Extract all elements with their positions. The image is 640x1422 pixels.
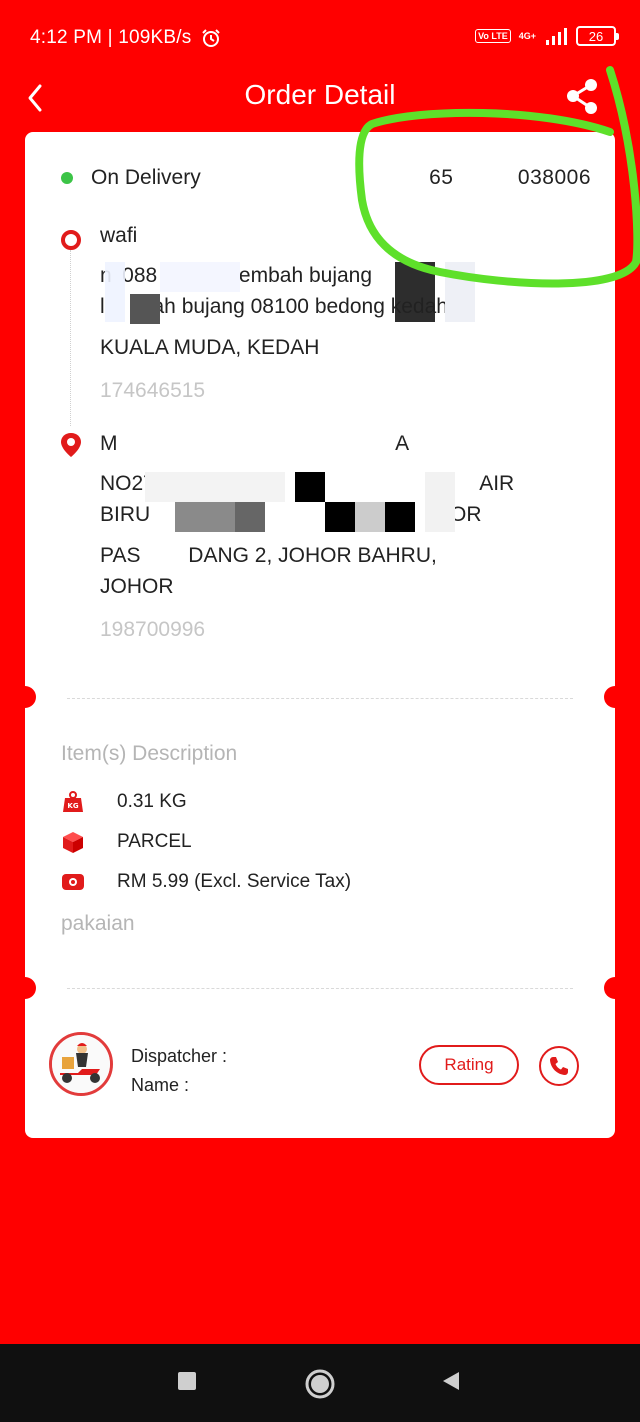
redaction-block xyxy=(395,262,435,322)
system-nav-bar xyxy=(0,1344,640,1422)
alarm-icon xyxy=(202,29,220,47)
receiver-info: M A NO27 PERJIRAN AIR BIRU OR PAS DANG 2… xyxy=(100,432,580,642)
item-type-text: PARCEL xyxy=(117,831,192,852)
redaction-block xyxy=(355,502,385,532)
redaction-block xyxy=(325,502,355,532)
recents-icon[interactable] xyxy=(176,1370,198,1392)
delivery-rider-icon xyxy=(52,1035,110,1093)
receiver-city: PAS DANG 2, JOHOR BAHRU, JOHOR xyxy=(100,540,580,602)
redaction-block xyxy=(160,262,240,292)
kg-weight-icon: KG xyxy=(63,791,83,812)
signal-icon xyxy=(546,28,567,45)
status-text: On Delivery xyxy=(91,166,201,189)
divider xyxy=(67,988,573,989)
dispatcher-name-label: Name : xyxy=(131,1075,190,1095)
origin-icon xyxy=(61,230,81,250)
item-weight-text: 0.31 KG xyxy=(117,791,187,812)
redaction-block xyxy=(175,502,235,532)
redaction-block xyxy=(145,472,285,502)
rating-button[interactable]: Rating xyxy=(419,1045,519,1085)
card-notch-left xyxy=(14,977,36,999)
redaction-block xyxy=(385,502,415,532)
status-bar: 4:12 PM | 109KB/s Vo LTE 4G+ 26 xyxy=(0,0,640,76)
item-weight: KG 0.31 KG xyxy=(61,790,187,814)
battery-icon: 26 xyxy=(576,26,619,46)
item-remark: pakaian xyxy=(61,912,135,935)
home-icon[interactable] xyxy=(304,1368,336,1400)
redaction-block xyxy=(445,262,475,322)
network-type: 4G+ xyxy=(518,31,536,41)
svg-text:KG: KG xyxy=(67,802,78,810)
status-dot-icon xyxy=(61,172,73,184)
divider xyxy=(67,698,573,699)
receiver-city-line: JOHOR xyxy=(100,575,174,598)
receiver-city-line: PAS DANG 2, JOHOR BAHRU, xyxy=(100,544,437,567)
phone-icon xyxy=(550,1057,568,1075)
app-header: Order Detail xyxy=(0,76,640,132)
redaction-block xyxy=(325,472,425,502)
sender-phone: 174646515 xyxy=(100,379,206,402)
parcel-box-icon xyxy=(63,832,83,853)
redaction-block xyxy=(425,472,455,532)
back-nav-icon[interactable] xyxy=(440,1370,462,1392)
card-notch-left xyxy=(14,686,36,708)
dispatcher-label: Dispatcher : xyxy=(131,1046,228,1066)
tracking-number: 65 038006 xyxy=(429,166,591,189)
items-section-label: Item(s) Description xyxy=(61,742,238,765)
order-detail-card: On Delivery 65 038006 wafi n 088 an lemb… xyxy=(14,132,626,1138)
destination-pin-icon xyxy=(61,433,81,457)
dispatcher-info: Dispatcher : Name : xyxy=(131,1042,227,1100)
sender-info: wafi n 088 an lembah bujang l ah bujang … xyxy=(100,224,580,403)
receiver-name: M A xyxy=(100,432,410,455)
call-button[interactable] xyxy=(539,1046,579,1086)
card-notch-right xyxy=(604,977,626,999)
redaction-block xyxy=(235,502,265,532)
volte-icon: Vo LTE xyxy=(475,29,511,43)
item-price-text: RM 5.99 (Excl. Service Tax) xyxy=(117,871,352,892)
delivery-status: On Delivery xyxy=(61,166,201,190)
redaction-block xyxy=(105,262,125,322)
sender-name: wafi xyxy=(100,224,138,247)
redaction-block xyxy=(130,294,160,324)
money-icon xyxy=(62,874,84,890)
status-indicators: Vo LTE 4G+ 26 xyxy=(475,26,619,46)
card-notch-right xyxy=(604,686,626,708)
item-type: PARCEL xyxy=(61,830,192,854)
redaction-block xyxy=(295,472,325,502)
dispatcher-avatar xyxy=(49,1032,113,1096)
sender-city: KUALA MUDA, KEDAH xyxy=(100,336,320,359)
item-price: RM 5.99 (Excl. Service Tax) xyxy=(61,870,351,894)
page-title: Order Detail xyxy=(244,79,396,110)
route-line xyxy=(70,250,71,426)
sender-address-line: l ah bujang 08100 bedong kedah xyxy=(100,295,448,318)
status-time: 4:12 PM | 109KB/s xyxy=(30,27,192,48)
share-icon[interactable] xyxy=(562,76,604,118)
receiver-phone: 198700996 xyxy=(100,618,206,641)
